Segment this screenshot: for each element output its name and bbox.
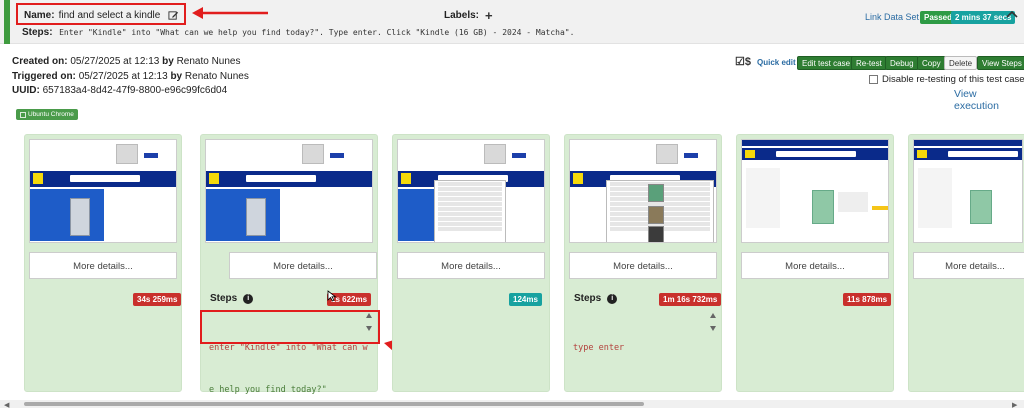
steps-heading: Steps i — [210, 293, 254, 304]
disable-retest-row[interactable]: Disable re-testing of this test case — [869, 74, 1024, 85]
steps-label: Steps: — [22, 27, 53, 38]
uuid-row: UUID: 657183a4-8d42-47f9-8800-e96c99fc6d… — [12, 85, 227, 96]
env-tag: Ubuntu Chrome — [16, 109, 78, 120]
step-card: More details... — [908, 134, 1024, 392]
step-screenshot[interactable] — [397, 139, 545, 243]
step-card: More details... Steps i 1s 622ms enter "… — [200, 134, 378, 395]
more-details-button[interactable]: More details... — [229, 252, 377, 279]
edit-test-case-button[interactable]: Edit test case — [797, 56, 856, 70]
code-line: type enter — [573, 343, 625, 353]
more-details-button[interactable]: More details... — [569, 252, 717, 279]
uuid-label: UUID: — [12, 85, 40, 96]
step-screenshot[interactable] — [205, 139, 373, 243]
info-icon[interactable]: i — [607, 293, 618, 304]
code-highlight-box — [200, 310, 380, 344]
step-screenshot[interactable] — [741, 139, 889, 243]
step-screenshot[interactable] — [29, 139, 177, 243]
status-stripe — [4, 0, 10, 44]
env-tag-label: Ubuntu Chrome — [28, 111, 74, 118]
view-execution-link[interactable]: View execution — [954, 88, 1024, 112]
disable-retest-checkbox[interactable] — [869, 75, 878, 84]
annotation-arrow-icon — [192, 7, 268, 19]
created-label: Created on: — [12, 56, 68, 67]
steps-summary: Steps: Enter "Kindle" into "What can we … — [22, 27, 574, 38]
more-details-button[interactable]: More details... — [29, 252, 177, 279]
code-scroll-arrows-icon[interactable] — [709, 311, 717, 333]
copy-button[interactable]: Copy — [917, 56, 946, 70]
steps-text: Enter "Kindle" into "What can we help yo… — [59, 28, 575, 37]
labels-row: Labels: + — [444, 9, 493, 22]
disable-retest-label: Disable re-testing of this test case — [882, 74, 1024, 85]
steps-heading: Steps i — [574, 293, 618, 304]
info-icon[interactable]: i — [243, 293, 254, 304]
step-code: type enter — [573, 313, 624, 383]
horizontal-scrollbar[interactable]: ◀ ▶ — [0, 400, 1024, 408]
step-card: More details... 124ms — [392, 134, 550, 392]
retest-button[interactable]: Re-test — [851, 56, 887, 70]
chevron-up-icon[interactable] — [1006, 9, 1018, 19]
link-data-set-link[interactable]: Link Data Set — [865, 12, 919, 22]
step-card: More details... 34s 259ms — [24, 134, 182, 392]
triggered-row: Triggered on: 05/27/2025 at 12:13 by Ren… — [12, 71, 249, 82]
more-details-button[interactable]: More details... — [397, 252, 545, 279]
more-details-button[interactable]: More details... — [913, 252, 1024, 279]
debug-button[interactable]: Debug — [885, 56, 919, 70]
scrollbar-thumb[interactable] — [24, 402, 644, 406]
more-details-button[interactable]: More details... — [741, 252, 889, 279]
duration-badge: 11s 878ms — [843, 293, 892, 306]
duration-badge: 124ms — [509, 293, 542, 306]
scroll-left-icon[interactable]: ◀ — [4, 401, 9, 408]
name-highlight-box — [16, 3, 186, 25]
duration-badge: 1m 16s 732ms — [659, 293, 722, 306]
created-by: Renato Nunes — [176, 56, 241, 67]
delete-button[interactable]: Delete — [944, 56, 978, 70]
scroll-right-icon[interactable]: ▶ — [1012, 401, 1017, 408]
view-steps-button[interactable]: View Steps — [977, 56, 1024, 70]
triggered-label: Triggered on: — [12, 71, 76, 82]
created-row: Created on: 05/27/2025 at 12:13 by Renat… — [12, 56, 241, 67]
steps-label: Steps — [574, 293, 602, 304]
steps-label: Steps — [210, 293, 238, 304]
code-line: e help you find today?" — [209, 385, 327, 395]
triggered-by-label: by — [170, 71, 183, 82]
test-header: Name: find and select a kindle Labels: +… — [0, 0, 1024, 44]
cursor-icon — [327, 290, 337, 302]
uuid-value: 657183a4-8d42-47f9-8800-e96c99fc6d04 — [42, 85, 228, 96]
created-by-label: by — [162, 56, 174, 67]
duration-badge: 34s 259ms — [133, 293, 182, 306]
step-card: More details... Steps i 1m 16s 732ms typ… — [564, 134, 722, 392]
step-card: More details... 11s 878ms — [736, 134, 894, 392]
created-value: 05/27/2025 at 12:13 — [70, 56, 160, 67]
step-screenshot[interactable] — [913, 139, 1023, 243]
checkbox-dollar-icon[interactable]: ☑$ — [735, 55, 751, 68]
add-label-icon[interactable]: + — [485, 9, 493, 22]
triggered-by: Renato Nunes — [184, 71, 249, 82]
step-screenshot[interactable] — [569, 139, 717, 243]
labels-label: Labels: — [444, 10, 480, 21]
quick-edit-link[interactable]: Quick edit — [757, 58, 796, 67]
triggered-value: 05/27/2025 at 12:13 — [78, 71, 168, 82]
browser-icon — [20, 111, 26, 118]
